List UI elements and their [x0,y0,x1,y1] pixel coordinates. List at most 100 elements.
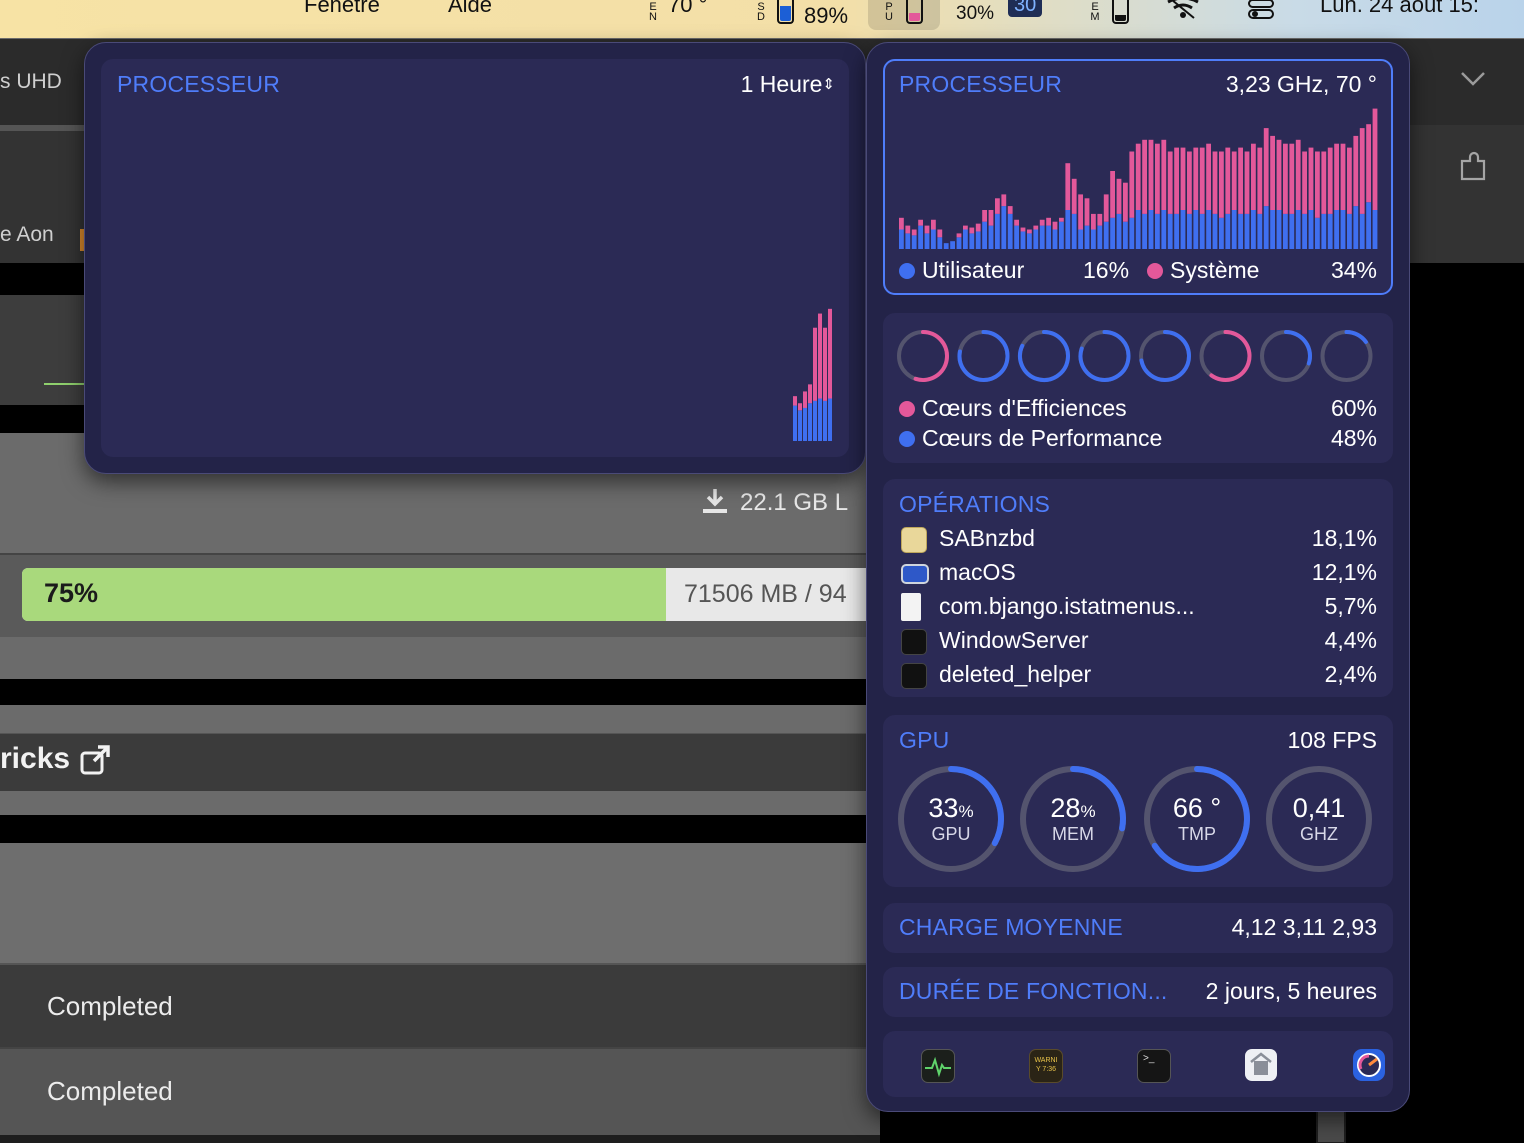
process-row[interactable]: SABnzbd 18,1% [883,523,1393,557]
cpu-bar-system [905,225,911,234]
menubar-temperature[interactable]: 70 ° [668,0,707,18]
cpu-bar-system [1078,194,1083,230]
cpu-bar-system [1283,143,1288,214]
cpu-bar-user [1167,213,1173,249]
cpu-bar-system [1347,147,1352,214]
cpu-bar-system [1334,143,1339,210]
download-progress-fill [22,568,666,621]
gpu-title: GPU [899,727,950,753]
cores-card[interactable]: Cœurs d'Efficiences 60% Cœurs de Perform… [883,313,1393,463]
cpu-bar-user [1123,221,1128,249]
cpu-bar-user [1366,202,1371,249]
cpu-bar-user [1161,210,1167,249]
cpu-bar-user [1001,206,1007,249]
cpu-bar-system [1091,213,1096,230]
cpu-bar-system [1161,139,1167,210]
cpu-history-card: PROCESSEUR 1 Heure⇕ [101,59,849,457]
cpu-bar-system [1135,143,1141,210]
cpu-bar-system [1187,151,1192,214]
wifi-icon[interactable] [1166,0,1200,20]
menubar-cpu-percent[interactable]: 30% [956,3,994,25]
cpu-bar-system [931,219,936,230]
terminal-icon[interactable]: >_ [1137,1049,1171,1083]
cpu-bar-user [975,231,981,249]
cpu-bar-user [1212,213,1218,249]
external-link-icon[interactable] [80,745,112,777]
process-row[interactable]: deleted_helper 2,4% [883,659,1393,693]
menu-item-aide[interactable]: Aide [448,0,492,18]
history-bar-system [813,327,817,401]
cpu-bar-system [1251,143,1256,210]
cpu-bar-user [1116,213,1122,249]
cpu-bar-system [1372,108,1378,210]
cpu-bar-system [1308,147,1314,210]
cpu-bar-user [1308,210,1314,249]
extension-puzzle-icon[interactable] [1458,149,1488,183]
cpu-bar-system [1039,219,1045,226]
cpu-bar-user [995,213,1000,249]
uptime-card[interactable]: DURÉE DE FONCTION... 2 jours, 5 heures [883,967,1393,1017]
cpu-bar-user [1340,210,1346,249]
tab-uhd-fragment[interactable]: s UHD [0,70,62,94]
process-value: 18,1% [1311,525,1377,551]
cpu-history-popover: PROCESSEUR 1 Heure⇕ [84,42,866,474]
cpu-bar-user [1206,210,1211,249]
process-row[interactable]: WindowServer 4,4% [883,625,1393,659]
gpu-gauge-gpu: 33% GPU [897,793,1005,845]
menu-bar: Fenêtre Aide EN 70 ° SD 89% PU 30% 30 EM… [0,0,1524,39]
menubar-badge[interactable]: 30 [1008,0,1043,17]
cpu-bar-system [1340,143,1346,210]
cpu-bar-user [1071,213,1077,249]
cpu-bar-user [982,221,987,249]
gpu-card[interactable]: GPU 108 FPS 33% GPU 28% MEM 66 ° TMP 0,4… [883,715,1393,887]
cpu-menu-extra[interactable]: PU [868,0,940,30]
cpu-bar-user [1135,210,1141,249]
cpu-bar-system [1289,143,1295,214]
console-icon[interactable]: WARNI Y 7:36 [1029,1049,1063,1083]
cpu-bar-system [1027,229,1032,234]
history-bar-user [798,410,802,441]
cpu-bar-user [1155,213,1160,249]
exec-icon [901,629,927,655]
cpu-bar-user [969,233,975,249]
process-row[interactable]: macOS 12,1% [883,557,1393,591]
cpu-system-label: Système [1170,257,1260,283]
tricks-heading[interactable]: ricks [0,742,70,776]
process-row[interactable]: com.bjango.istatmenus... 5,7% [883,591,1393,625]
download-icon [703,489,727,513]
process-name: SABnzbd [939,525,1035,551]
load-average-card[interactable]: CHARGE MOYENNE 4,12 3,11 2,93 [883,903,1393,953]
cpu-bar-system [1020,227,1026,232]
cpu-bar-user [931,229,936,249]
operations-title: OPÉRATIONS [899,491,1051,517]
menubar-clock[interactable]: Lun. 24 août 15: [1320,0,1479,18]
efficiency-label: Cœurs d'Efficiences [922,395,1127,421]
cpu-bar-system [1110,171,1115,218]
chevron-down-icon[interactable] [1460,71,1486,87]
cpu-bar-system [1052,221,1058,230]
cpu-bar-user [1270,210,1275,249]
cpu-bar-system [982,210,987,222]
cpu-card[interactable]: PROCESSEUR 3,23 GHz, 70 ° Utilisateur 16… [883,59,1393,295]
cpu-bar-user [899,229,904,249]
cpu-bar-user [1372,210,1378,249]
cpu-bar-system [1129,151,1135,218]
cpu-bar-user [1302,213,1307,249]
istat-menus-icon[interactable] [1353,1049,1385,1081]
control-center-icon[interactable] [1246,0,1276,20]
cpu-bar-system [911,229,917,236]
history-bar-user [828,398,832,441]
cpu-bar-user [1091,229,1096,249]
cpu-bar-user [1244,213,1250,249]
menu-item-fenetre[interactable]: Fenêtre [304,0,380,18]
process-value: 2,4% [1324,661,1377,687]
activity-monitor-icon[interactable] [921,1049,955,1083]
gpu-gauge-value: 28 [1050,793,1081,823]
process-name: WindowServer [939,627,1089,653]
gpu-fps: 108 FPS [1287,727,1378,753]
cpu-bar-system [1225,147,1231,214]
system-info-icon[interactable] [1245,1049,1277,1081]
app-shortcuts-bar: WARNI Y 7:36 >_ [883,1031,1393,1097]
menubar-ssd-percent[interactable]: 89% [804,3,848,29]
cpu-bar-system [1199,147,1205,214]
